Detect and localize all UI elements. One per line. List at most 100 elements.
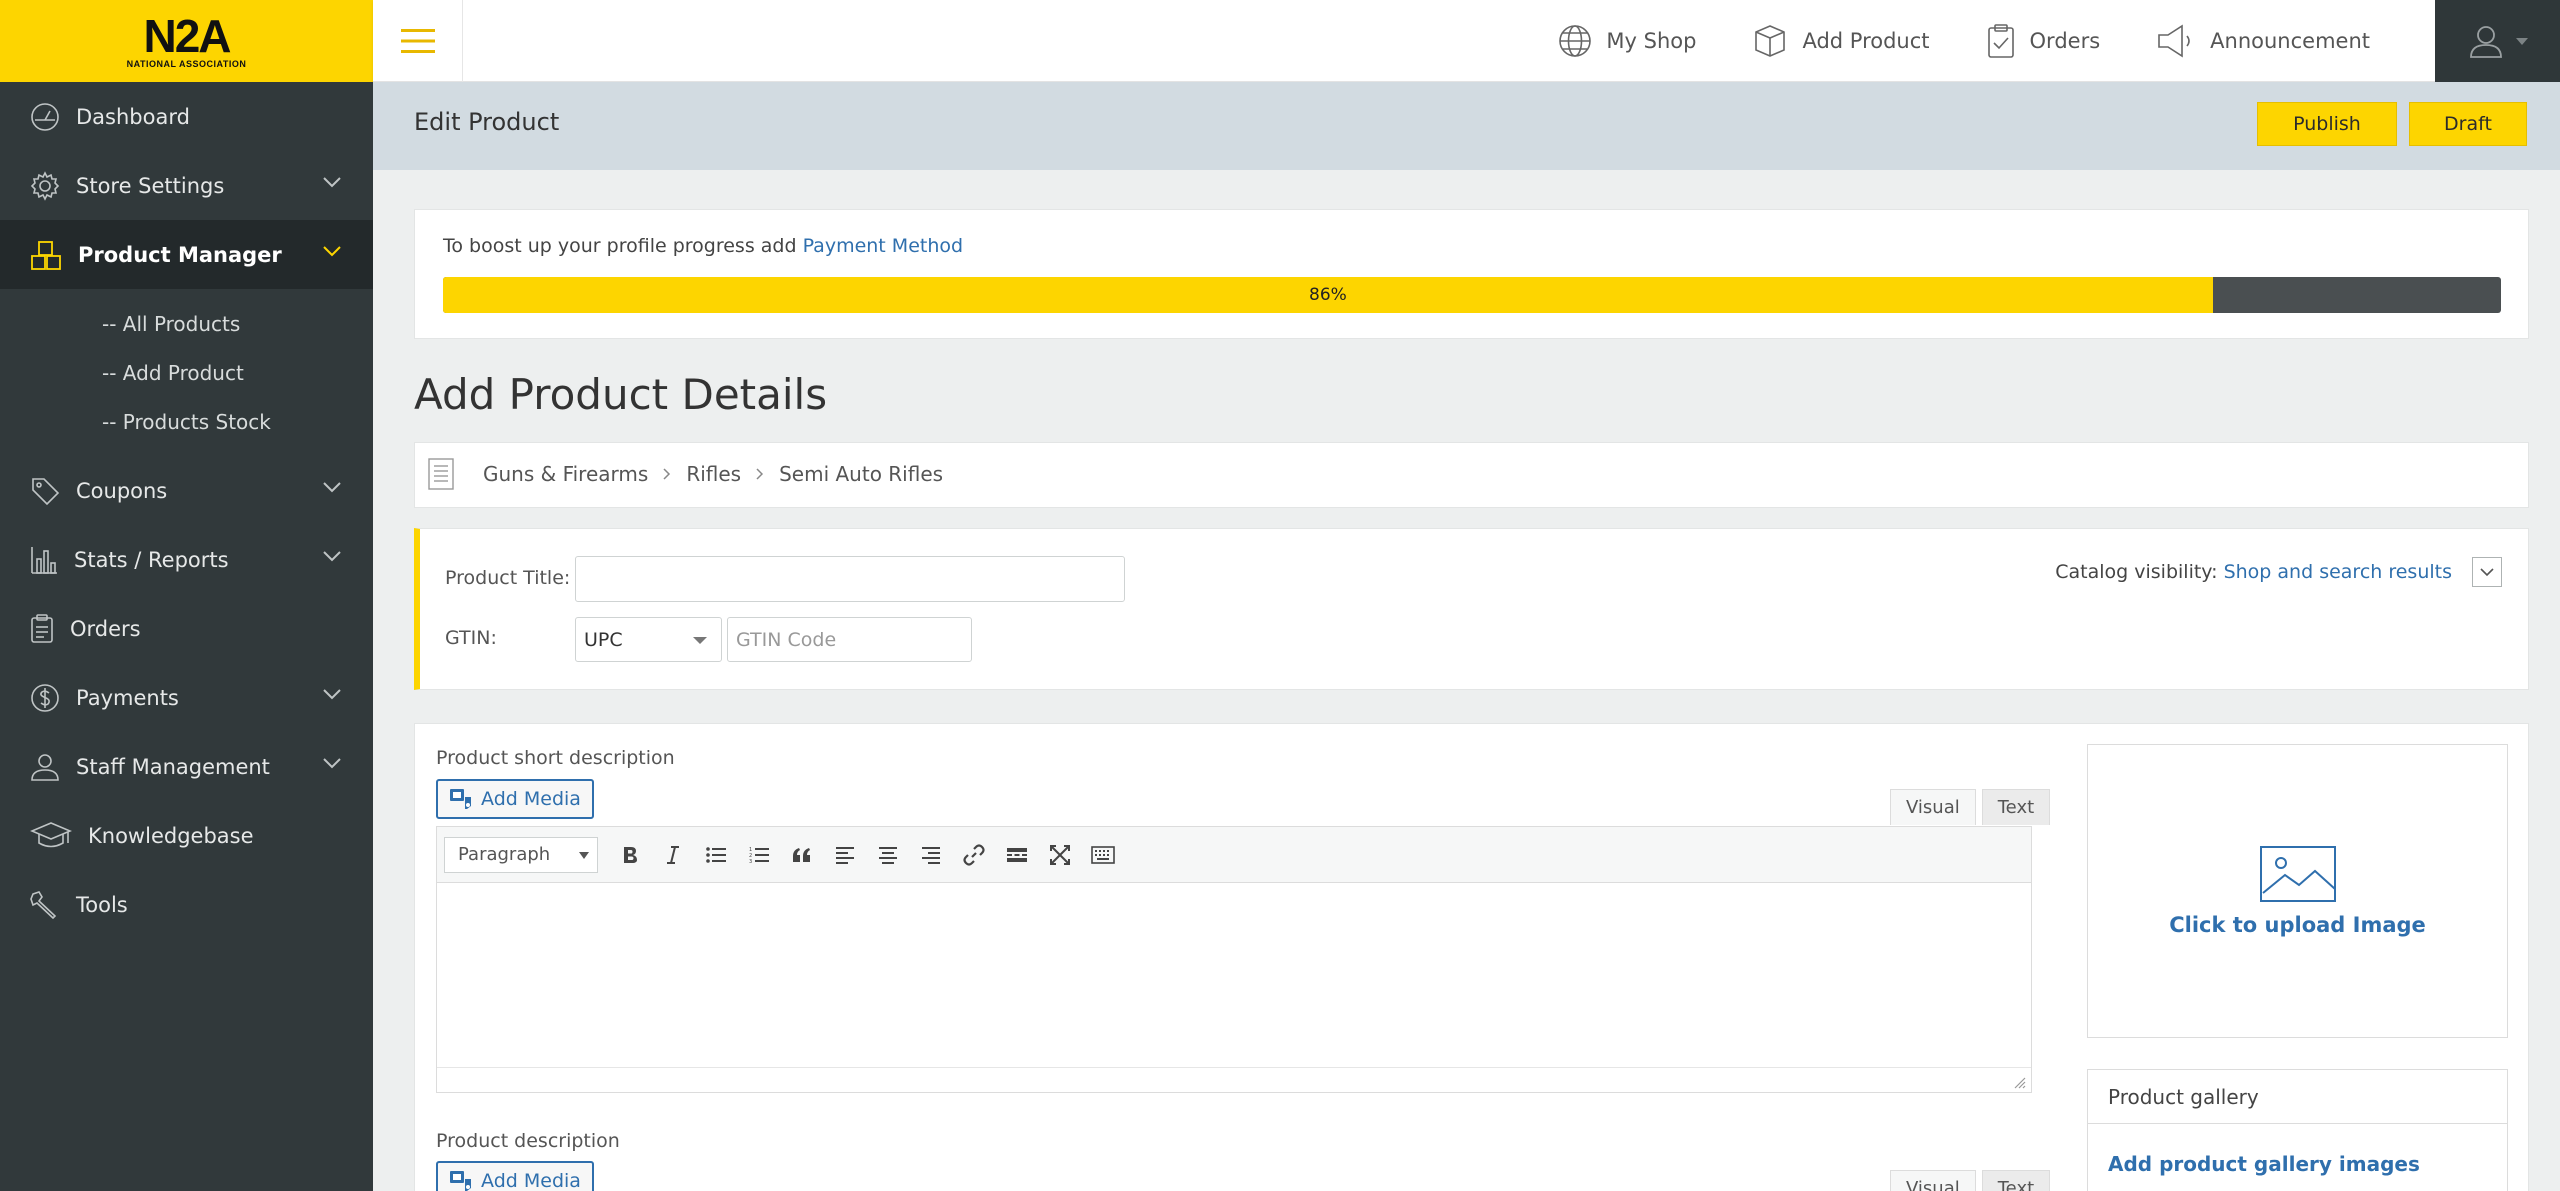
insert-link-button[interactable]	[952, 837, 995, 873]
sidebar-item-label: Knowledgebase	[88, 823, 254, 848]
wrench-icon	[30, 890, 57, 919]
boxes-icon	[31, 240, 61, 270]
chevron-down-icon	[2515, 37, 2528, 45]
add-media-button[interactable]: Add Media	[436, 779, 594, 819]
bold-button[interactable]	[608, 837, 651, 873]
logo-subtitle: NATIONAL ASSOCIATION	[126, 59, 247, 69]
topnav-add-product[interactable]: Add Product	[1752, 23, 1930, 59]
dropdown-arrow-icon	[579, 851, 589, 859]
product-title-label: Product Title:	[445, 567, 571, 589]
graduation-cap-icon	[30, 821, 72, 847]
short-description-label: Product short description	[436, 747, 675, 769]
dropdown-arrow-icon	[693, 637, 707, 644]
draft-button[interactable]: Draft	[2409, 102, 2527, 146]
resize-handle-icon[interactable]	[2012, 1075, 2026, 1089]
align-left-button[interactable]	[823, 837, 866, 873]
fullscreen-button[interactable]	[1038, 837, 1081, 873]
tab-text[interactable]: Text	[1981, 789, 2051, 825]
page-header: Edit Product Publish Draft	[373, 82, 2560, 170]
catalog-visibility-value[interactable]: Shop and search results	[2224, 561, 2452, 583]
upload-image-label: Click to upload Image	[2169, 913, 2426, 937]
topnav-my-shop[interactable]: My Shop	[1558, 24, 1696, 58]
page-title: Edit Product	[414, 108, 560, 136]
sidebar-item-product-manager[interactable]: Product Manager	[0, 220, 373, 289]
document-icon	[428, 458, 454, 490]
sidebar-item-store-settings[interactable]: Store Settings	[0, 151, 373, 220]
globe-icon	[1559, 25, 1592, 57]
add-gallery-images-link[interactable]: Add product gallery images	[2108, 1152, 2420, 1176]
gtin-type-select[interactable]: UPC	[575, 617, 722, 662]
tab-visual[interactable]: Visual	[1890, 789, 1976, 825]
top-bar: My Shop Add Product Orders Announcement	[373, 0, 2560, 82]
format-select[interactable]: Paragraph	[444, 836, 598, 873]
align-center-button[interactable]	[866, 837, 909, 873]
dollar-icon	[31, 683, 59, 712]
product-gallery-title: Product gallery	[2088, 1070, 2507, 1124]
read-more-icon	[1006, 847, 1027, 862]
sidebar-item-label: Stats / Reports	[74, 547, 229, 572]
chevron-down-icon	[323, 551, 341, 562]
sidebar-item-stats-reports[interactable]: Stats / Reports	[0, 525, 373, 594]
read-more-button[interactable]	[995, 837, 1038, 873]
editor-text-area[interactable]	[437, 883, 2031, 1067]
editor-tabs: Visual Text	[1884, 789, 2051, 825]
chevron-right-icon	[756, 468, 764, 480]
italic-button[interactable]	[651, 837, 694, 873]
short-description-editor: Paragraph 123	[436, 826, 2032, 1093]
sidebar-item-label: Coupons	[76, 478, 168, 503]
catalog-visibility-label: Catalog visibility:	[2055, 561, 2218, 583]
gear-icon	[30, 170, 60, 201]
sidebar-item-label: Product Manager	[78, 242, 282, 267]
sidebar: Dashboard Store Settings Product Manager…	[0, 82, 373, 1191]
sidebar-item-payments[interactable]: Payments	[0, 663, 373, 732]
user-icon	[31, 753, 59, 781]
sidebar-item-coupons[interactable]: Coupons	[0, 456, 373, 525]
sidebar-item-label: Orders	[70, 616, 141, 641]
align-right-button[interactable]	[909, 837, 952, 873]
sidebar-item-label: Staff Management	[76, 754, 270, 779]
sidebar-item-knowledgebase[interactable]: Knowledgebase	[0, 801, 373, 870]
sidebar-item-label: Payments	[76, 685, 179, 710]
sidebar-item-orders[interactable]: Orders	[0, 594, 373, 663]
tab-visual[interactable]: Visual	[1890, 1170, 1976, 1191]
description-label: Product description	[436, 1130, 620, 1152]
bullet-list-button[interactable]	[694, 837, 737, 873]
tab-text[interactable]: Text	[1981, 1170, 2051, 1191]
add-media-button[interactable]: Add Media	[436, 1161, 594, 1191]
topnav-orders[interactable]: Orders	[1986, 23, 2100, 59]
blockquote-button[interactable]	[780, 837, 823, 873]
bullet-list-icon	[705, 846, 726, 863]
media-icon	[450, 789, 472, 809]
catalog-visibility-toggle[interactable]	[2472, 557, 2502, 587]
editor-toolbar: Paragraph 123	[437, 827, 2031, 883]
publish-button[interactable]: Publish	[2257, 102, 2397, 146]
gtin-code-input[interactable]	[727, 617, 972, 662]
main-content: Edit Product Publish Draft To boost up y…	[373, 82, 2560, 1191]
breadcrumb-item[interactable]: Guns & Firearms	[483, 462, 648, 486]
catalog-visibility: Catalog visibility: Shop and search resu…	[2055, 557, 2502, 587]
upload-image-area[interactable]: Click to upload Image	[2087, 744, 2508, 1038]
sidebar-item-label: Tools	[76, 892, 128, 917]
breadcrumb-item[interactable]: Semi Auto Rifles	[779, 462, 943, 486]
sidebar-item-label: Dashboard	[76, 104, 190, 129]
product-title-input[interactable]	[575, 556, 1125, 602]
topnav-announcement[interactable]: Announcement	[2156, 24, 2370, 58]
align-left-icon	[835, 846, 854, 864]
sidebar-item-dashboard[interactable]: Dashboard	[0, 82, 373, 151]
sidebar-item-staff-management[interactable]: Staff Management	[0, 732, 373, 801]
numbered-list-button[interactable]: 123	[737, 837, 780, 873]
subitem-add-product[interactable]: -- Add Product	[0, 348, 373, 397]
toolbar-toggle-button[interactable]	[1081, 837, 1124, 873]
progress-bar: 86%	[443, 277, 2501, 313]
hamburger-menu-button[interactable]	[373, 0, 463, 82]
topnav-label: Add Product	[1802, 29, 1930, 53]
user-menu[interactable]	[2435, 0, 2560, 82]
brand-logo[interactable]: N2A NATIONAL ASSOCIATION	[0, 0, 373, 82]
payment-method-link[interactable]: Payment Method	[803, 235, 963, 257]
sidebar-item-tools[interactable]: Tools	[0, 870, 373, 939]
subitem-all-products[interactable]: -- All Products	[0, 299, 373, 348]
svg-text:3: 3	[749, 859, 752, 864]
breadcrumb-item[interactable]: Rifles	[686, 462, 741, 486]
top-nav: My Shop Add Product Orders Announcement	[1502, 0, 2370, 82]
subitem-products-stock[interactable]: -- Products Stock	[0, 397, 373, 446]
